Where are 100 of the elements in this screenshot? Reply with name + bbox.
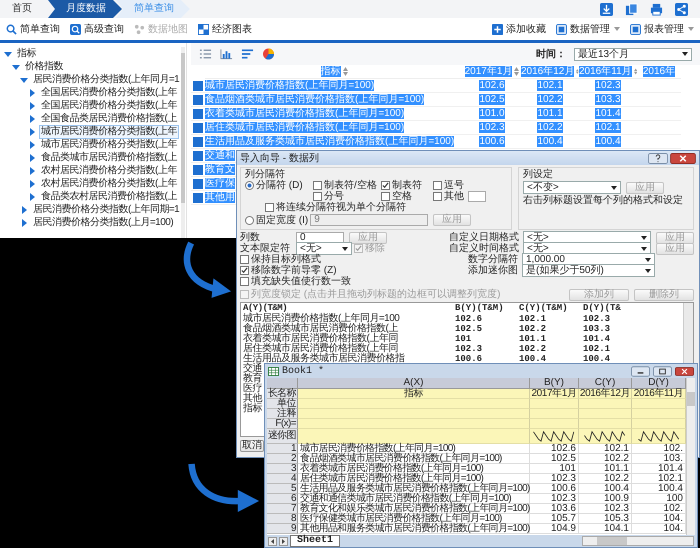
table-cell: 102.5 bbox=[455, 324, 482, 334]
radio-button[interactable] bbox=[245, 216, 254, 224]
sort-icon[interactable] bbox=[342, 67, 348, 76]
copy-icon[interactable] bbox=[625, 2, 638, 16]
close-icon[interactable] bbox=[670, 152, 696, 164]
tree-item[interactable]: 指标 bbox=[15, 46, 38, 60]
tree-item[interactable]: 全国食品类居民消费价格指数(上 bbox=[39, 112, 179, 126]
tree-item[interactable]: 农村居民消费价格分类指数(上年 bbox=[39, 176, 179, 190]
tree-item[interactable]: 城市居民消费价格分类指数(上年 bbox=[39, 138, 179, 152]
caret-down-icon[interactable] bbox=[12, 62, 20, 70]
column-header[interactable]: A(X) bbox=[298, 378, 530, 389]
time-dropdown[interactable]: 最近13个月 bbox=[574, 48, 692, 60]
input-field[interactable] bbox=[468, 191, 486, 202]
checkbox[interactable] bbox=[313, 192, 322, 201]
toolbar-button[interactable]: 高级查询 bbox=[70, 22, 124, 36]
dropdown[interactable]: 是(如果少于50列) bbox=[522, 264, 655, 277]
caret-right-icon[interactable] bbox=[20, 218, 28, 226]
tree-item[interactable]: 居民消费价格分类指数(上月=100) bbox=[31, 216, 176, 230]
scrollbar[interactable] bbox=[686, 378, 695, 535]
caret-right-icon[interactable] bbox=[28, 166, 36, 174]
tree-item[interactable]: 城市居民消费价格分类指数(上年 bbox=[39, 124, 179, 138]
row-checkbox[interactable] bbox=[193, 80, 203, 90]
corner-cell[interactable] bbox=[267, 378, 298, 389]
caret-right-icon[interactable] bbox=[20, 206, 28, 214]
tree-item[interactable]: 居民消费价格分类指数(上年同月=1 bbox=[31, 72, 182, 86]
caret-right-icon[interactable] bbox=[28, 128, 36, 136]
tree-item[interactable]: 食品类农村居民消费价格指数(上 bbox=[39, 190, 179, 204]
column-header[interactable]: C(Y)(T&M) bbox=[519, 303, 568, 314]
checkbox[interactable] bbox=[381, 192, 390, 201]
close-icon[interactable] bbox=[675, 366, 694, 376]
caret-down-icon[interactable] bbox=[4, 50, 12, 58]
row-checkbox[interactable] bbox=[193, 192, 203, 202]
row-checkbox[interactable] bbox=[193, 136, 203, 146]
dropdown[interactable]: <不变> bbox=[523, 181, 621, 194]
caret-right-icon[interactable] bbox=[28, 140, 36, 148]
checkbox[interactable] bbox=[240, 266, 249, 275]
breadcrumb-item[interactable]: 月度数据 bbox=[48, 0, 122, 18]
tree-item[interactable]: 农村居民消费价格分类指数(上年 bbox=[39, 164, 179, 178]
checkbox[interactable] bbox=[313, 181, 322, 190]
toolbar-button[interactable]: 经济图表 bbox=[198, 22, 252, 36]
download-icon[interactable] bbox=[600, 2, 613, 16]
caret-right-icon[interactable] bbox=[28, 180, 36, 188]
table-cell: 100.4 bbox=[595, 136, 621, 147]
column-header[interactable]: D(Y) bbox=[632, 378, 686, 389]
checkbox[interactable] bbox=[265, 203, 274, 212]
tree-item[interactable]: 全国居民消费价格分类指数(上年 bbox=[39, 86, 179, 100]
row-checkbox[interactable] bbox=[193, 94, 203, 104]
tree-item[interactable]: 居民消费价格分类指数(上年同期=1 bbox=[31, 202, 182, 216]
next-sheet-icon[interactable] bbox=[279, 536, 288, 546]
input-field[interactable]: 0 bbox=[296, 232, 344, 244]
tree-item[interactable]: 全国居民消费价格分类指数(上年 bbox=[39, 98, 179, 112]
checkbox[interactable] bbox=[433, 192, 442, 201]
column-header[interactable]: B(Y)(T&M) bbox=[455, 303, 504, 314]
share-icon[interactable] bbox=[675, 2, 688, 16]
print-icon[interactable] bbox=[650, 2, 663, 16]
cancel-button[interactable]: 取消 bbox=[240, 440, 264, 452]
radio-button[interactable] bbox=[245, 181, 254, 190]
checkbox[interactable] bbox=[381, 181, 390, 190]
column-header[interactable]: C(Y) bbox=[579, 378, 632, 389]
row-checkbox[interactable] bbox=[193, 108, 203, 118]
scrollbar[interactable] bbox=[683, 303, 693, 365]
dropdown[interactable]: <无> bbox=[296, 242, 352, 255]
caret-right-icon[interactable] bbox=[28, 154, 36, 162]
input-field[interactable]: 9 bbox=[310, 214, 428, 226]
checkbox[interactable] bbox=[240, 277, 249, 286]
row-checkbox[interactable] bbox=[193, 178, 203, 188]
radio-label: 固定宽度 (I) bbox=[256, 214, 308, 226]
caret-down-icon[interactable] bbox=[20, 76, 28, 84]
checkbox[interactable] bbox=[240, 255, 249, 264]
caret-right-icon[interactable] bbox=[28, 114, 36, 122]
sheet-tab[interactable]: Sheet1 bbox=[290, 535, 340, 547]
scrollbar[interactable] bbox=[582, 536, 694, 546]
row-checkbox[interactable] bbox=[193, 122, 203, 132]
caret-right-icon[interactable] bbox=[28, 102, 36, 110]
restore-icon[interactable] bbox=[653, 366, 672, 376]
panel-icon bbox=[630, 24, 641, 34]
caret-right-icon[interactable] bbox=[28, 192, 36, 200]
help-icon[interactable] bbox=[648, 152, 668, 164]
bar-chart-icon[interactable] bbox=[220, 48, 233, 60]
sort-lines-icon[interactable] bbox=[241, 48, 254, 60]
column-header[interactable]: A(Y)(T&M) bbox=[243, 303, 288, 314]
prev-sheet-icon[interactable] bbox=[268, 536, 277, 546]
checkbox-label: 制表符/空格 bbox=[324, 180, 377, 191]
toolbar-button[interactable]: 添加收藏 bbox=[492, 22, 546, 36]
column-header[interactable]: B(Y) bbox=[530, 378, 579, 389]
toolbar-button[interactable]: 简单查询 bbox=[6, 22, 60, 36]
tree-item[interactable]: 价格指数 bbox=[23, 60, 65, 74]
breadcrumb-item[interactable]: 首页 bbox=[0, 0, 48, 18]
tree-item[interactable]: 食品类城市居民消费价格指数(上 bbox=[39, 150, 179, 164]
list-icon[interactable] bbox=[199, 48, 212, 60]
minimize-icon[interactable] bbox=[631, 366, 650, 376]
column-header[interactable]: D(Y)(T& bbox=[583, 303, 621, 314]
caret-right-icon[interactable] bbox=[28, 88, 36, 96]
row-checkbox[interactable] bbox=[193, 150, 203, 160]
toolbar-button[interactable]: 报表管理 bbox=[630, 22, 694, 36]
toolbar-button[interactable]: 数据管理 bbox=[556, 22, 620, 36]
row-checkbox[interactable] bbox=[193, 164, 203, 174]
table-cell: 食品烟酒类城市居民消费价格指数(上年同月=100) bbox=[205, 94, 424, 105]
pie-chart-icon[interactable] bbox=[262, 48, 275, 60]
checkbox[interactable] bbox=[433, 181, 442, 190]
